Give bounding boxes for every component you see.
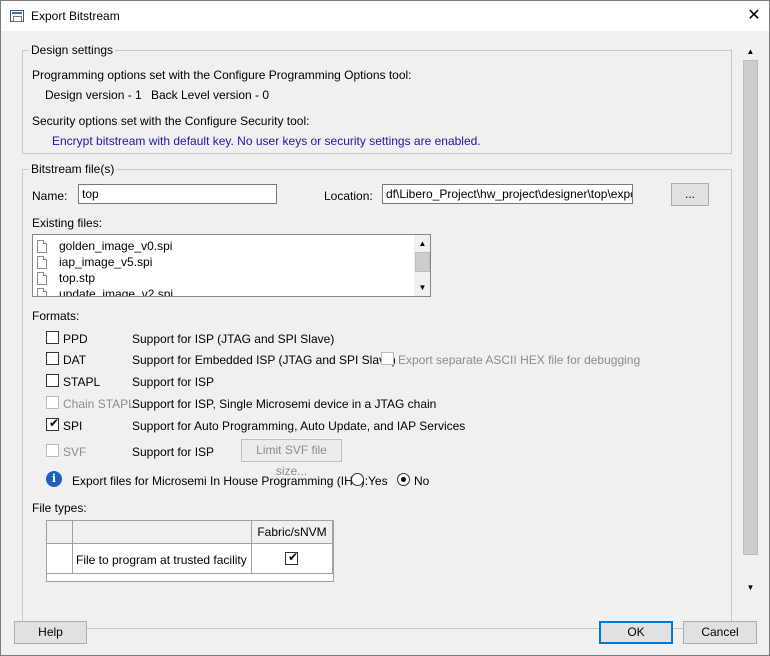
stapl-description: Support for ISP: [132, 375, 215, 389]
fabric-snvm-header: Fabric/sNVM: [252, 521, 333, 544]
spi-checkbox[interactable]: ✔: [46, 416, 60, 431]
trusted-facility-label: File to program at trusted facility: [73, 544, 252, 574]
window-title: Export Bitstream: [31, 9, 120, 23]
design-settings-caption: Design settings: [29, 43, 116, 57]
svf-label: SVF: [63, 445, 87, 459]
ppd-label: PPD: [63, 332, 88, 346]
scroll-thumb[interactable]: [415, 252, 430, 272]
name-label: Name:: [32, 189, 68, 203]
help-button[interactable]: Help: [14, 621, 87, 644]
chain-stapl-description: Support for ISP, Single Microsemi device…: [132, 397, 437, 411]
info-icon: i: [46, 471, 62, 487]
export-bitstream-dialog: Export Bitstream ✕ Design settings Progr…: [0, 0, 770, 656]
file-icon: [37, 239, 47, 253]
bitstream-files-caption: Bitstream file(s): [29, 162, 117, 176]
list-item[interactable]: iap_image_v5.spi: [37, 254, 152, 270]
window-icon: [10, 10, 24, 22]
existing-files-label: Existing files:: [32, 216, 103, 230]
name-input[interactable]: top: [78, 184, 277, 204]
browse-button[interactable]: ...: [671, 183, 709, 206]
file-name: iap_image_v5.spi: [59, 255, 153, 269]
checkmark-icon: ✔: [49, 416, 60, 430]
list-item[interactable]: top.stp: [37, 270, 95, 286]
list-item[interactable]: update_image_v2.spi: [37, 286, 174, 297]
files-scrollbar[interactable]: ▲ ▼: [414, 235, 430, 296]
dat-label: DAT: [63, 353, 87, 367]
ascii-hex-checkbox[interactable]: [381, 352, 394, 365]
chain-stapl-checkbox[interactable]: [46, 396, 59, 409]
svf-checkbox[interactable]: [46, 444, 59, 457]
ok-button[interactable]: OK: [599, 621, 673, 644]
dat-checkbox[interactable]: [46, 352, 59, 365]
grid-corner-cell: [47, 521, 73, 544]
location-label: Location:: [324, 189, 373, 203]
ihp-yes-radio[interactable]: [351, 473, 364, 486]
list-item[interactable]: golden_image_v0.spi: [37, 238, 172, 254]
spi-description: Support for Auto Programming, Auto Updat…: [132, 419, 466, 433]
scroll-down-icon[interactable]: ▼: [414, 279, 430, 296]
formats-label: Formats:: [32, 309, 80, 323]
file-name: update_image_v2.spi: [59, 287, 174, 297]
existing-files-list[interactable]: golden_image_v0.spi iap_image_v5.spi top…: [32, 234, 431, 297]
checkmark-icon: ✔: [288, 550, 299, 564]
file-types-label: File types:: [32, 501, 87, 515]
scroll-thumb[interactable]: [743, 60, 758, 555]
file-name: top.stp: [59, 271, 96, 285]
title-bar: Export Bitstream ✕: [1, 1, 769, 31]
file-icon: [37, 255, 47, 269]
scroll-down-icon[interactable]: ▼: [742, 579, 759, 596]
grid-header-cell: [73, 521, 252, 544]
stapl-label: STAPL: [63, 375, 101, 389]
ppd-checkbox[interactable]: [46, 331, 59, 344]
file-name: golden_image_v0.spi: [59, 239, 173, 253]
scroll-up-icon[interactable]: ▲: [414, 235, 430, 252]
ihp-yes-label: Yes: [368, 474, 388, 488]
main-scrollbar[interactable]: ▲ ▼: [742, 43, 759, 596]
ihp-no-radio[interactable]: [397, 473, 410, 486]
close-icon[interactable]: ✕: [739, 1, 769, 31]
cancel-button[interactable]: Cancel: [683, 621, 757, 644]
stapl-checkbox[interactable]: [46, 374, 59, 387]
limit-svf-button[interactable]: Limit SVF file size...: [241, 439, 342, 478]
programming-options-text: Programming options set with the Configu…: [32, 68, 412, 82]
row-selector-cell[interactable]: [47, 544, 73, 574]
spi-label: SPI: [63, 419, 83, 433]
ihp-no-label: No: [414, 474, 430, 488]
file-types-grid: Fabric/sNVM File to program at trusted f…: [46, 520, 334, 582]
encrypt-status-text: Encrypt bitstream with default key. No u…: [52, 134, 481, 148]
chain-stapl-label: Chain STAPL: [63, 397, 135, 411]
security-options-text: Security options set with the Configure …: [32, 114, 310, 128]
trusted-facility-checkbox[interactable]: ✔: [285, 550, 299, 565]
file-icon: [37, 287, 47, 296]
radio-selected-dot: [401, 477, 406, 482]
trusted-facility-cell[interactable]: ✔: [252, 544, 333, 574]
location-input[interactable]: df\Libero_Project\hw_project\designer\to…: [382, 184, 633, 204]
ascii-hex-label: Export separate ASCII HEX file for debug…: [398, 353, 641, 367]
back-level-version-text: Back Level version - 0: [151, 88, 270, 102]
svf-description: Support for ISP: [132, 445, 215, 459]
dat-description: Support for Embedded ISP (JTAG and SPI S…: [132, 353, 396, 367]
file-icon: [37, 271, 47, 285]
design-version-text: Design version - 1: [45, 88, 142, 102]
ihp-label: Export files for Microsemi In House Prog…: [72, 474, 369, 488]
ppd-description: Support for ISP (JTAG and SPI Slave): [132, 332, 335, 346]
scroll-up-icon[interactable]: ▲: [742, 43, 759, 60]
